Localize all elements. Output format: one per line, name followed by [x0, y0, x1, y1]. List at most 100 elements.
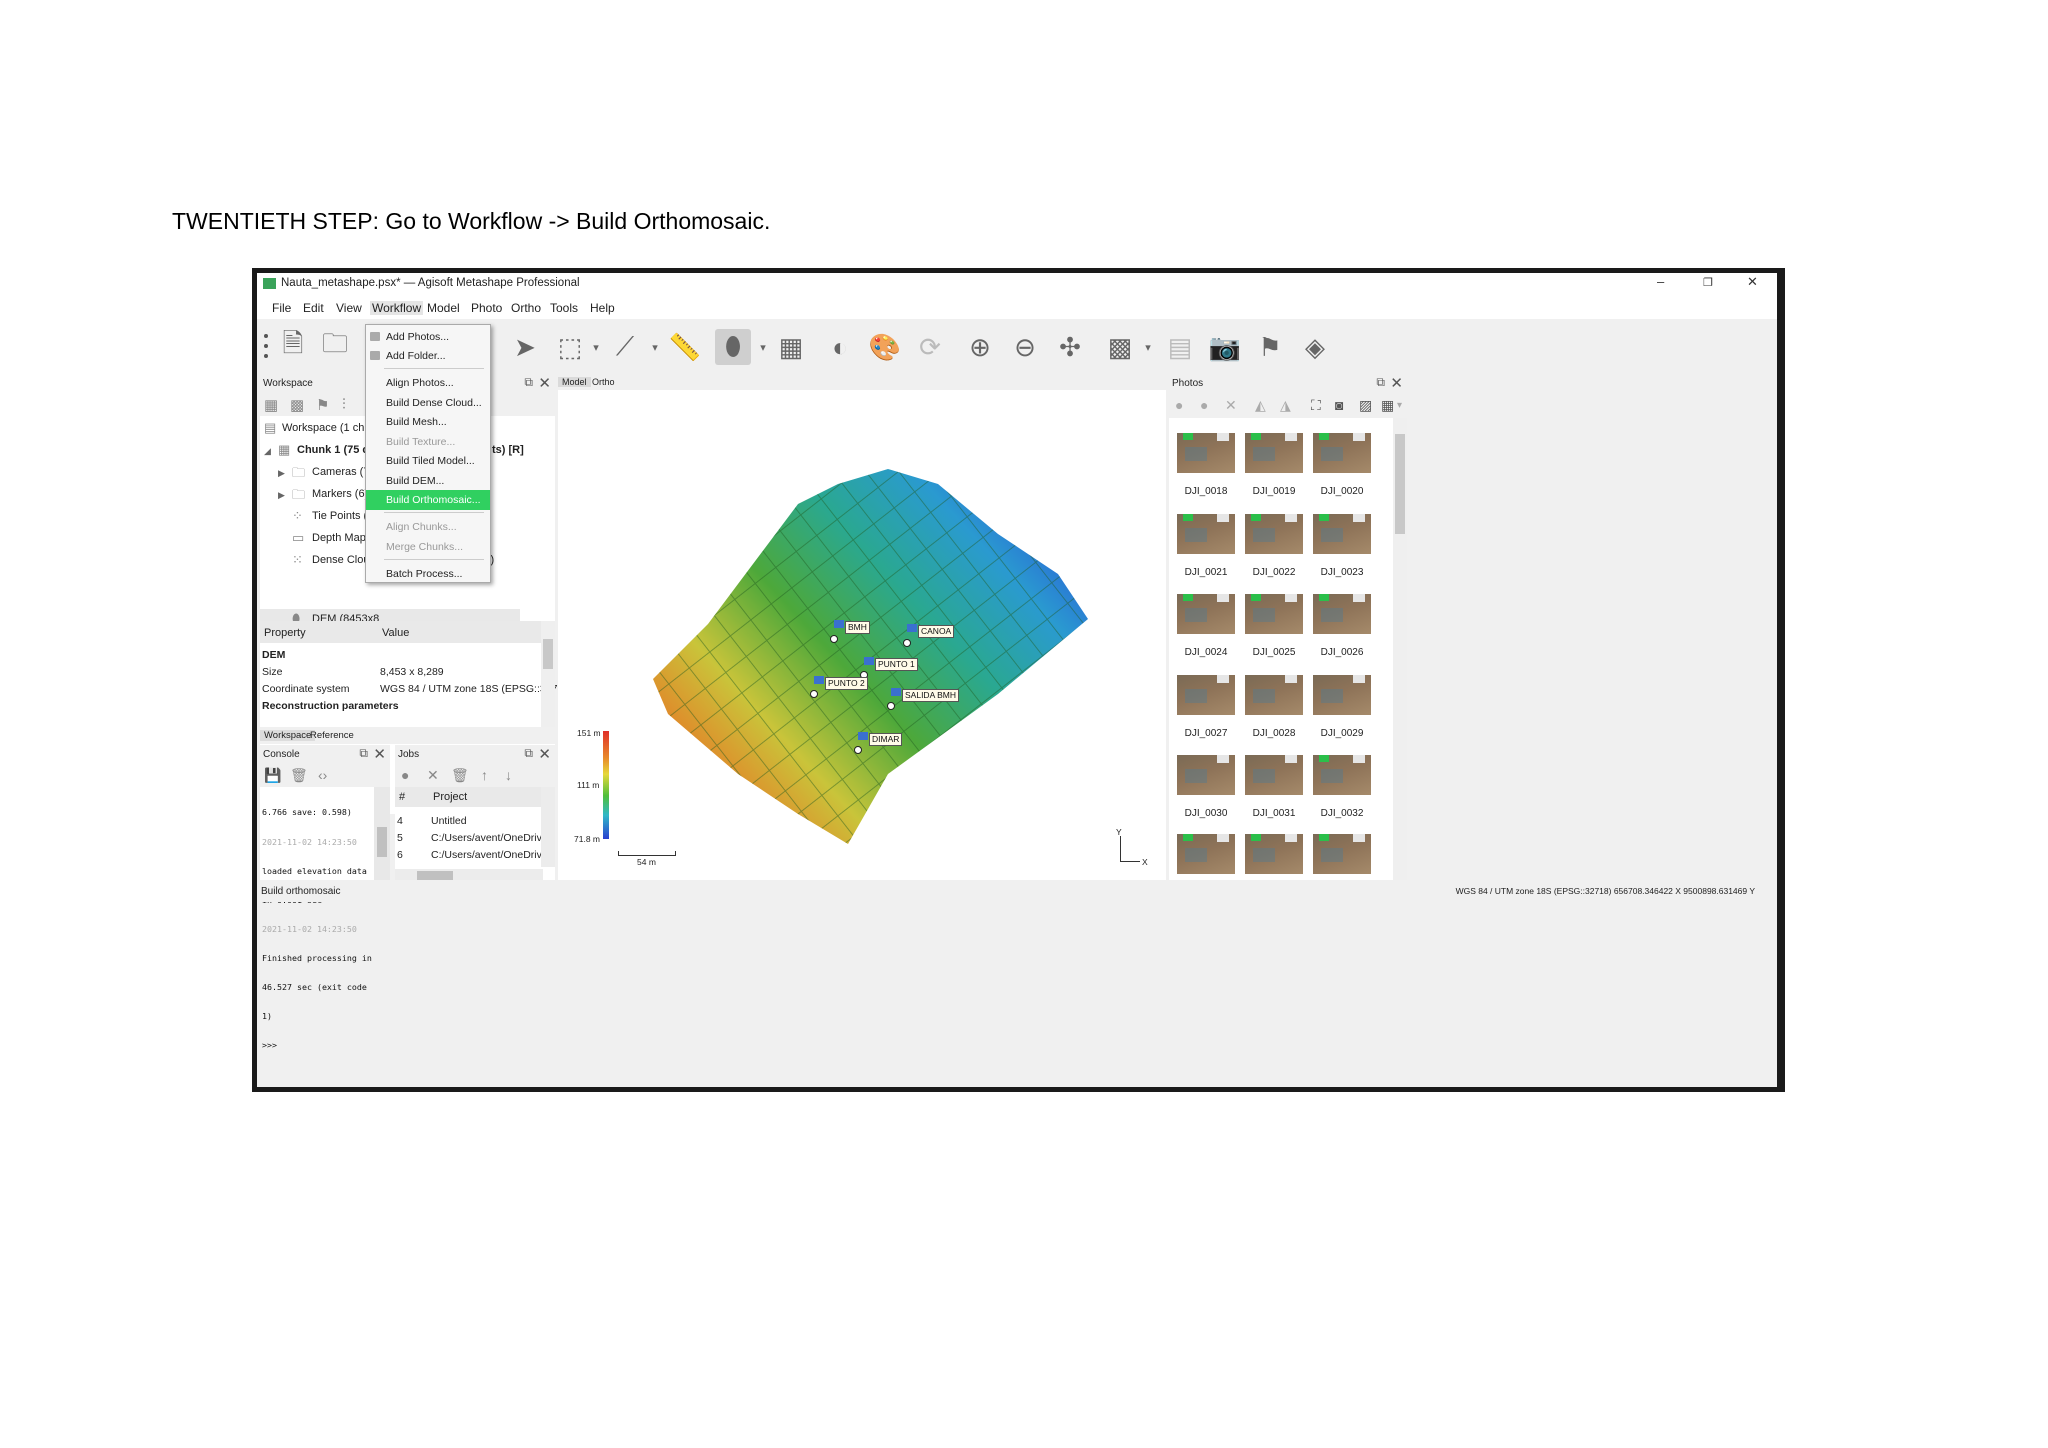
- photos-scrollbar[interactable]: [1393, 418, 1407, 880]
- marker-salida-bmh[interactable]: SALIDA BMH: [902, 689, 960, 702]
- menu-edit[interactable]: Edit: [303, 301, 324, 315]
- chevron-down-icon[interactable]: ▾: [1142, 329, 1154, 365]
- refresh-icon[interactable]: ⟳: [912, 329, 948, 365]
- marker-canoa[interactable]: CANOA: [918, 625, 955, 638]
- menu-item-build-dem[interactable]: Build DEM...: [366, 471, 490, 491]
- menu-item-build-orthomosaic[interactable]: Build Orthomosaic...: [366, 490, 490, 510]
- photo-thumbnail[interactable]: [1245, 514, 1303, 554]
- marker-point[interactable]: [887, 702, 895, 710]
- add-chunk-icon[interactable]: ▦: [264, 396, 278, 414]
- chevron-down-icon[interactable]: ▾: [757, 329, 769, 365]
- model-viewport[interactable]: Model Ortho 151 m 111 m 71.8 m 54 m Y X …: [558, 374, 1166, 880]
- photo-thumbnail[interactable]: [1313, 594, 1371, 634]
- photo-thumbnail[interactable]: [1177, 755, 1235, 795]
- job-project[interactable]: C:/Users/avent/OneDrive/: [431, 832, 551, 844]
- zoom-in-icon[interactable]: ⊕: [962, 329, 998, 365]
- chevron-down-icon[interactable]: ▾: [649, 329, 661, 365]
- binoculars-icon[interactable]: ⛶: [1311, 397, 1321, 414]
- menu-workflow[interactable]: Workflow: [370, 301, 424, 315]
- menu-photo[interactable]: Photo: [471, 301, 502, 315]
- expand-arrow-icon[interactable]: ▶: [278, 490, 285, 501]
- photo-thumbnail[interactable]: [1313, 433, 1371, 473]
- palette-icon[interactable]: 🎨: [867, 329, 903, 365]
- chevron-down-icon[interactable]: ▾: [590, 329, 602, 365]
- photo-thumbnail[interactable]: [1245, 433, 1303, 473]
- photo-thumbnail[interactable]: [1245, 594, 1303, 634]
- expand-arrow-icon[interactable]: ◢: [264, 446, 271, 457]
- marker-point[interactable]: [810, 690, 818, 698]
- menu-item-add-photos[interactable]: Add Photos...: [366, 327, 490, 347]
- tab-reference[interactable]: Reference: [306, 730, 358, 741]
- flag-icon[interactable]: ⚑: [1252, 329, 1288, 365]
- expand-arrow-icon[interactable]: ▶: [278, 468, 285, 479]
- open-folder-icon[interactable]: 🗀: [317, 328, 353, 365]
- photo-thumbnail[interactable]: [1313, 834, 1371, 874]
- menu-item-build-dense-cloud[interactable]: Build Dense Cloud...: [366, 393, 490, 413]
- restore-button[interactable]: ❐: [1703, 276, 1713, 289]
- console-scrollbar[interactable]: [374, 787, 390, 883]
- restore-icon[interactable]: ⧉: [524, 746, 533, 761]
- job-project[interactable]: C:/Users/avent/OneDrive/: [431, 849, 551, 861]
- shape-icon[interactable]: ◈: [1297, 329, 1333, 365]
- close-icon[interactable]: ✕: [1390, 374, 1403, 392]
- value-column-header[interactable]: Value: [382, 627, 409, 639]
- menu-item-align-photos[interactable]: Align Photos...: [366, 373, 490, 393]
- marker-point[interactable]: [903, 639, 911, 647]
- menu-view[interactable]: View: [336, 301, 362, 315]
- marker-point[interactable]: [830, 635, 838, 643]
- marker-dimar[interactable]: DIMAR: [869, 733, 903, 746]
- tree-markers[interactable]: Markers (6): [312, 488, 368, 500]
- pointer-tool-icon[interactable]: ➤: [507, 329, 543, 365]
- close-button[interactable]: ✕: [1747, 274, 1758, 290]
- reset-view-icon[interactable]: ✣: [1052, 329, 1088, 365]
- remove-icon[interactable]: ✕: [1225, 397, 1237, 414]
- menu-item-batch-process[interactable]: Batch Process...: [366, 564, 490, 584]
- marker-point[interactable]: [854, 746, 862, 754]
- photo-thumbnail[interactable]: [1177, 433, 1235, 473]
- photo-thumbnail[interactable]: [1313, 755, 1371, 795]
- camera-icon[interactable]: 📷: [1207, 329, 1243, 365]
- start-icon[interactable]: ●: [401, 767, 409, 783]
- ruler-draw-icon[interactable]: ⟋: [607, 329, 643, 365]
- job-project[interactable]: Untitled: [431, 815, 467, 827]
- menu-model[interactable]: Model: [427, 301, 460, 315]
- marker-punto-2[interactable]: PUNTO 2: [825, 677, 868, 690]
- flag-icon[interactable]: ⚑: [316, 396, 329, 414]
- photo-thumbnail[interactable]: [1245, 834, 1303, 874]
- new-document-icon[interactable]: 🗎: [275, 328, 311, 365]
- photo-thumbnail[interactable]: [1245, 675, 1303, 715]
- marker-icon[interactable]: ⫶: [342, 396, 346, 413]
- marker-punto-1[interactable]: PUNTO 1: [875, 658, 918, 671]
- job-id-column[interactable]: #: [399, 791, 405, 803]
- menu-help[interactable]: Help: [590, 301, 615, 315]
- cancel-icon[interactable]: ✕: [427, 767, 439, 784]
- grid-view-icon[interactable]: ▦: [1381, 397, 1394, 414]
- rotate-right-icon[interactable]: ◮: [1280, 397, 1291, 414]
- photo-thumbnail[interactable]: [1177, 594, 1235, 634]
- rotate-left-icon[interactable]: ◭: [1255, 397, 1266, 414]
- trash-icon[interactable]: 🗑: [290, 767, 308, 784]
- shading-icon[interactable]: ◐: [822, 329, 858, 365]
- jobs-scrollbar[interactable]: [541, 787, 555, 867]
- merge-icon[interactable]: ▩: [290, 396, 304, 414]
- menu-file[interactable]: File: [272, 301, 291, 315]
- project-column[interactable]: Project: [433, 791, 467, 803]
- menu-item-build-mesh[interactable]: Build Mesh...: [366, 412, 490, 432]
- trash-icon[interactable]: 🗑: [451, 767, 469, 784]
- menu-tools[interactable]: Tools: [550, 301, 578, 315]
- move-up-icon[interactable]: ↑: [481, 767, 488, 783]
- layers-icon[interactable]: ▤: [1162, 329, 1198, 365]
- photo-thumbnail[interactable]: [1313, 675, 1371, 715]
- menu-item-build-tiled-model[interactable]: Build Tiled Model...: [366, 451, 490, 471]
- photo-thumbnail[interactable]: [1177, 834, 1235, 874]
- minimize-button[interactable]: –: [1657, 274, 1664, 289]
- marker-bmh[interactable]: BMH: [845, 621, 870, 634]
- mask-icon[interactable]: ◙: [1335, 397, 1343, 413]
- zoom-out-icon[interactable]: ⊖: [1007, 329, 1043, 365]
- close-icon[interactable]: ✕: [538, 745, 551, 763]
- close-icon[interactable]: ✕: [373, 745, 386, 763]
- dem-view-icon[interactable]: ⬮: [715, 329, 751, 365]
- disable-icon[interactable]: ●: [1200, 397, 1208, 413]
- property-column-header[interactable]: Property: [264, 627, 306, 639]
- enable-icon[interactable]: ●: [1175, 397, 1183, 413]
